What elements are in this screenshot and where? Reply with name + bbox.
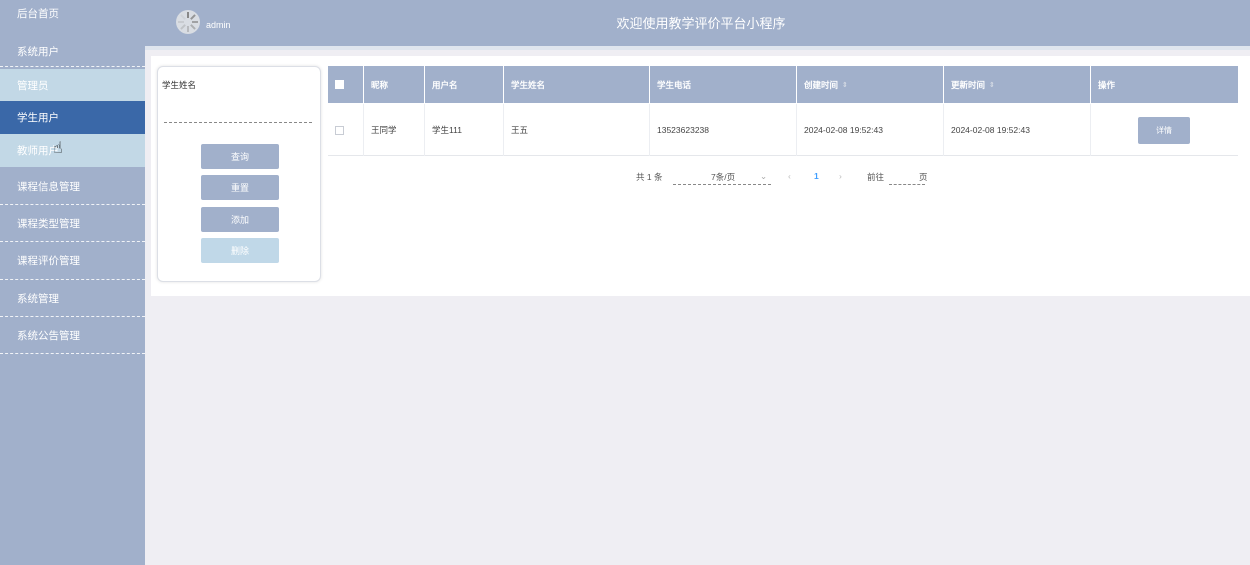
column-header-student-name: 学生姓名 xyxy=(504,66,650,103)
student-name-input[interactable] xyxy=(164,105,312,123)
select-all-cell xyxy=(328,66,364,103)
row-select-cell xyxy=(328,104,364,156)
column-header-updated[interactable]: 更新时间 ⇕ xyxy=(944,66,1091,103)
table-header: 昵称 用户名 学生姓名 学生电话 创建时间 ⇕ 更新时间 ⇕ 操作 xyxy=(328,66,1238,103)
column-header-phone: 学生电话 xyxy=(650,66,797,103)
sidebar-item-students[interactable]: 学生用户 xyxy=(0,101,145,134)
sidebar-item-system-users[interactable]: 系统用户 xyxy=(0,36,145,67)
page-unit-label: 页 xyxy=(919,172,928,182)
chevron-down-icon: ⌄ xyxy=(760,171,768,181)
hand-cursor-icon: ☝ xyxy=(53,140,63,157)
page-title: 欢迎使用教学评价平台小程序 xyxy=(616,16,786,31)
sidebar-item-system-management[interactable]: 系统管理 xyxy=(0,280,145,317)
column-header-nickname: 昵称 xyxy=(364,66,425,103)
next-page-icon[interactable]: › xyxy=(839,171,842,181)
page-size-select[interactable]: 7条/页 ⌄ xyxy=(673,171,771,185)
prev-page-icon[interactable]: ‹ xyxy=(788,171,791,181)
page-number[interactable]: 1 xyxy=(814,171,819,181)
main-panel: 学生姓名 查询 重置 添加 删除 昵称 用户名 学生姓名 学生电话 创建时间 ⇕ … xyxy=(151,56,1250,296)
sort-icon[interactable]: ⇕ xyxy=(989,81,995,89)
select-all-checkbox[interactable] xyxy=(335,80,344,89)
pagination: 共 1 条 7条/页 ⌄ ‹ 1 › 前往 页 xyxy=(151,168,1250,188)
sidebar-item-admin[interactable]: 管理员 xyxy=(0,69,145,101)
search-label: 学生姓名 xyxy=(162,80,197,90)
header-divider xyxy=(145,46,1250,50)
column-header-created[interactable]: 创建时间 ⇕ xyxy=(797,66,944,103)
column-header-action: 操作 xyxy=(1098,79,1116,90)
cell-username: 学生111 xyxy=(425,104,504,156)
query-button[interactable]: 查询 xyxy=(201,144,279,169)
delete-button[interactable]: 删除 xyxy=(201,238,279,263)
sort-icon[interactable]: ⇕ xyxy=(842,81,848,89)
cell-nickname: 王同学 xyxy=(364,104,425,156)
sidebar-item-dashboard[interactable]: 后台首页 xyxy=(0,0,145,27)
add-button[interactable]: 添加 xyxy=(201,207,279,232)
detail-button[interactable]: 详情 xyxy=(1138,117,1190,144)
cell-updated: 2024-02-08 19:52:43 xyxy=(944,104,1091,156)
sidebar-item-teachers[interactable]: 教师用户 xyxy=(0,134,145,167)
row-checkbox[interactable] xyxy=(335,125,344,135)
sidebar: 后台首页 系统用户 管理员 学生用户 教师用户 课程信息管理 课程类型管理 课程… xyxy=(0,0,145,565)
cell-created: 2024-02-08 19:52:43 xyxy=(797,104,944,156)
sidebar-item-course-type[interactable]: 课程类型管理 xyxy=(0,205,145,242)
page-size-value: 7条/页 xyxy=(711,172,736,182)
column-header-username: 用户名 xyxy=(425,66,504,103)
goto-label: 前往 xyxy=(867,172,885,182)
cell-phone: 13523623238 xyxy=(650,104,797,156)
sidebar-item-course-info[interactable]: 课程信息管理 xyxy=(0,168,145,205)
sidebar-item-announcements[interactable]: 系统公告管理 xyxy=(0,317,145,354)
cell-student-name: 王五 xyxy=(504,104,650,156)
pagination-total: 共 1 条 xyxy=(636,172,663,182)
top-header: admin 欢迎使用教学评价平台小程序 xyxy=(145,0,1250,46)
sidebar-item-course-evaluation[interactable]: 课程评价管理 xyxy=(0,242,145,280)
table-row: 王同学 学生111 王五 13523623238 2024-02-08 19:5… xyxy=(328,104,1238,156)
